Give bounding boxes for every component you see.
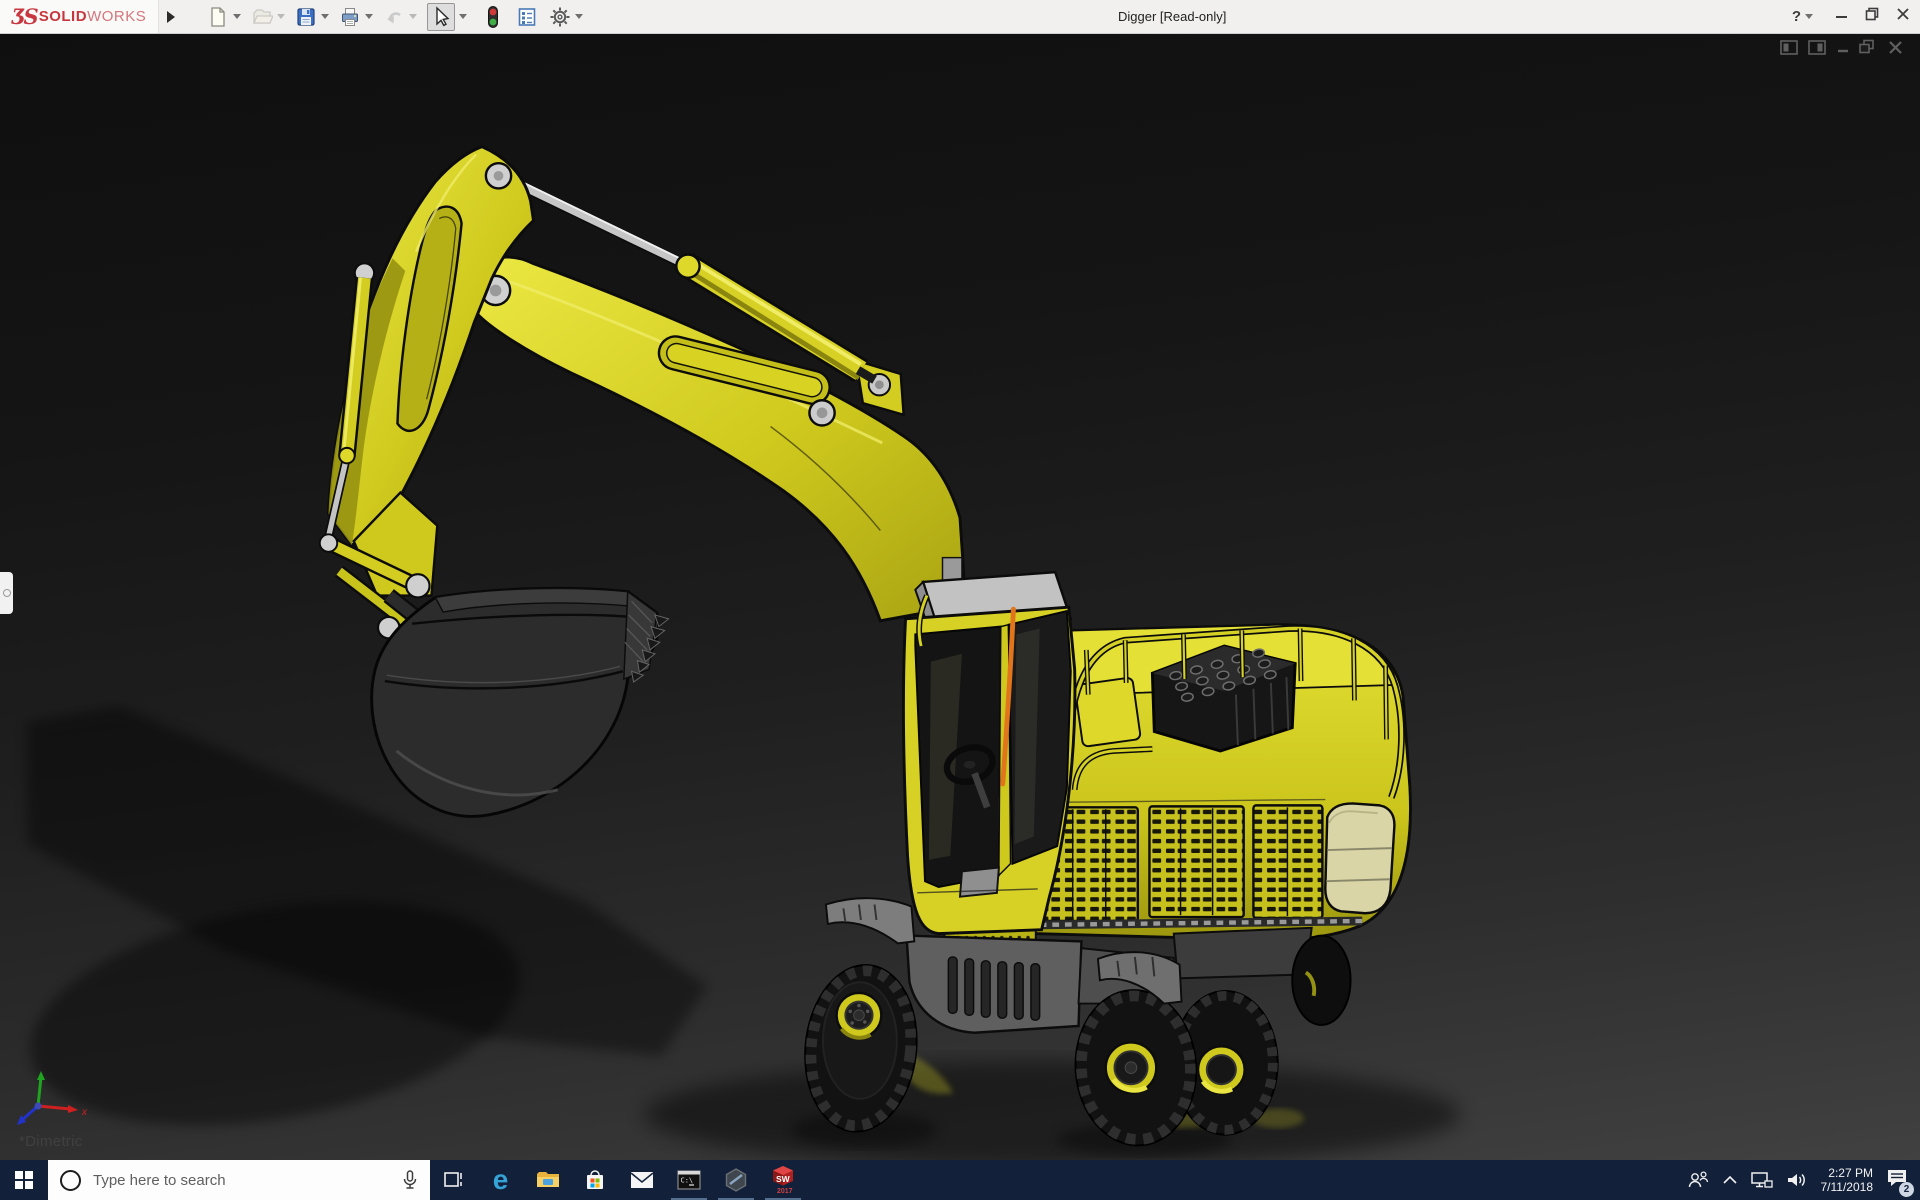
front-fender	[824, 897, 916, 945]
undo-icon	[387, 11, 401, 23]
window-controls: ?	[1792, 0, 1910, 33]
graphics-viewport[interactable]: x *Dimetric	[0, 33, 1920, 1160]
view-orientation-label: *Dimetric	[19, 1133, 83, 1150]
action-center-button[interactable]: 2	[1886, 1168, 1914, 1197]
save-dropdown-arrow[interactable]	[321, 14, 329, 19]
minimize-button[interactable]	[1835, 8, 1848, 26]
tray-time: 2:27 PM	[1828, 1165, 1873, 1180]
doc-close-icon[interactable]	[1889, 41, 1902, 54]
file-explorer-button[interactable]	[524, 1160, 571, 1200]
svg-text:SW: SW	[776, 1174, 791, 1184]
search-placeholder: Type here to search	[93, 1171, 226, 1189]
command-prompt-button[interactable]: C:\	[665, 1160, 712, 1200]
window-title: Digger [Read-only]	[1118, 9, 1227, 24]
undo-dropdown-arrow[interactable]	[409, 14, 417, 19]
menu-flyout-arrow-icon[interactable]	[167, 10, 175, 23]
svg-text:2017: 2017	[777, 1188, 793, 1195]
microphone-icon[interactable]	[402, 1170, 418, 1190]
flyout-dot-icon	[2, 589, 11, 597]
mail-icon	[629, 1172, 654, 1188]
solidworks-2017-icon: SW 2017	[772, 1166, 793, 1195]
select-dropdown-arrow[interactable]	[459, 14, 467, 19]
print-dropdown-arrow[interactable]	[365, 14, 373, 19]
rebuild-button[interactable]	[481, 3, 505, 31]
solidworks-2017-button[interactable]: SW 2017	[759, 1160, 806, 1200]
gear-icon	[550, 7, 570, 26]
open-dropdown-arrow[interactable]	[277, 14, 285, 19]
file-explorer-icon	[536, 1172, 559, 1187]
bucket[interactable]	[370, 586, 670, 818]
restore-button[interactable]	[1865, 7, 1879, 26]
cortana-icon	[60, 1169, 81, 1191]
hex-app-icon	[725, 1168, 746, 1192]
feature-tree-flyout-tab[interactable]	[0, 572, 13, 614]
new-dropdown-arrow[interactable]	[233, 14, 241, 19]
edge-icon: e	[492, 1164, 509, 1195]
close-button[interactable]	[1896, 7, 1910, 26]
file-properties-button[interactable]	[514, 3, 540, 31]
boom-arm[interactable]	[469, 255, 968, 623]
restore-icon	[1865, 7, 1879, 21]
document-window-controls	[1780, 39, 1902, 55]
new-document-icon	[211, 6, 225, 27]
task-view-icon	[443, 1172, 462, 1187]
open-button[interactable]	[249, 3, 292, 31]
select-cursor-icon	[436, 5, 450, 26]
task-view-button[interactable]	[430, 1160, 477, 1200]
print-button[interactable]	[337, 3, 380, 31]
select-tool-button[interactable]	[425, 2, 474, 31]
save-icon	[297, 7, 315, 26]
triad-x-arrow	[68, 1105, 78, 1113]
undo-button[interactable]	[381, 3, 424, 31]
hex-app-button[interactable]	[712, 1160, 759, 1200]
close-icon	[1897, 8, 1909, 20]
notification-badge: 2	[1899, 1181, 1914, 1197]
edge-button[interactable]: e	[477, 1160, 524, 1200]
file-properties-icon	[518, 7, 536, 26]
help-button[interactable]: ?	[1792, 8, 1818, 25]
options-dropdown-arrow[interactable]	[575, 14, 583, 19]
print-icon	[342, 7, 358, 26]
clock[interactable]: 2:27 PM 7/11/2018	[1821, 1166, 1874, 1195]
open-icon	[253, 8, 273, 24]
people-icon[interactable]	[1687, 1171, 1709, 1189]
help-dropdown-arrow[interactable]	[1805, 14, 1813, 19]
logo-works-text: WORKS	[87, 8, 147, 25]
svg-text:C:\: C:\	[680, 1177, 693, 1185]
traffic-light-icon	[488, 5, 498, 28]
command-prompt-icon: C:\	[676, 1170, 701, 1190]
rear-far-wheel	[1291, 934, 1352, 1026]
tray-date: 7/11/2018	[1820, 1180, 1874, 1194]
volume-icon[interactable]	[1786, 1171, 1808, 1189]
store-button[interactable]	[571, 1160, 618, 1200]
model-view[interactable]	[0, 33, 1920, 1160]
rear-window	[1324, 802, 1396, 915]
taskbar: Type here to search e C:\ SW 2017 2:27 P…	[0, 1160, 1920, 1200]
logo-solid-text: SOLID	[38, 8, 88, 25]
doc-restore-icon[interactable]	[1859, 39, 1874, 54]
save-button[interactable]	[293, 3, 336, 31]
taskbar-apps: e C:\ SW 2017	[430, 1160, 806, 1200]
feature-pane-left-icon[interactable]	[1780, 40, 1798, 55]
hidden-icons-chevron-icon[interactable]	[1722, 1175, 1738, 1185]
quick-access-toolbar	[205, 2, 590, 31]
start-button[interactable]	[0, 1160, 48, 1200]
solidworks-logo: ƷS SOLID WORKS	[0, 0, 159, 33]
feature-pane-right-icon[interactable]	[1808, 40, 1826, 55]
store-icon	[586, 1170, 603, 1189]
cab[interactable]	[902, 556, 1077, 936]
minimize-icon	[1836, 15, 1847, 18]
network-icon[interactable]	[1750, 1171, 1773, 1189]
windows-logo-icon	[15, 1171, 33, 1189]
titlebar: ƷS SOLID WORKS Digger [Read-only] ?	[0, 0, 1920, 34]
triad-y-arrow	[37, 1071, 45, 1080]
mail-button[interactable]	[618, 1160, 665, 1200]
search-input[interactable]: Type here to search	[48, 1160, 430, 1200]
options-button[interactable]	[547, 3, 590, 31]
new-document-button[interactable]	[205, 3, 248, 31]
solidworks-glyph-icon: ƷS	[11, 4, 39, 29]
help-icon: ?	[1791, 8, 1801, 25]
triad-x-label: x	[81, 1107, 88, 1118]
system-tray: 2:27 PM 7/11/2018 2	[1687, 1160, 1920, 1200]
